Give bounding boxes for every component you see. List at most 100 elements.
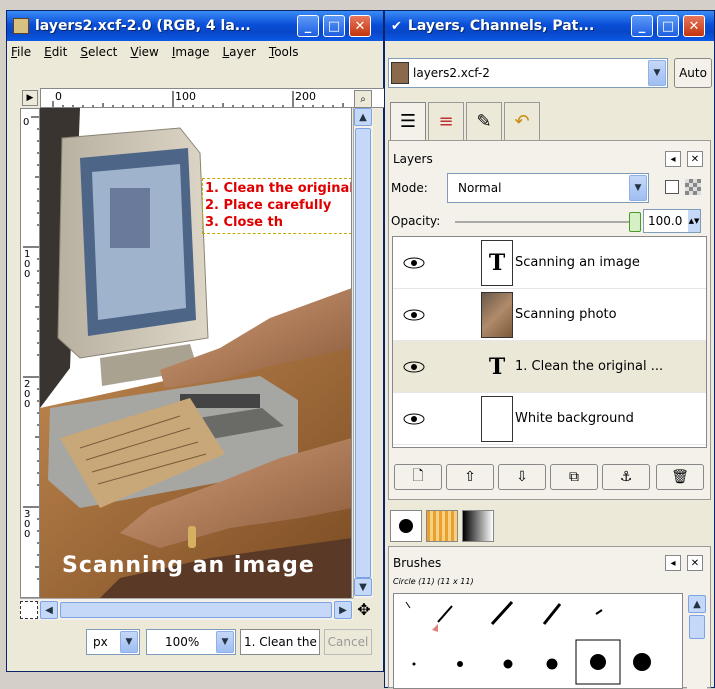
- menu-file[interactable]: File: [11, 45, 31, 59]
- menu-select[interactable]: Select: [80, 45, 117, 59]
- eye-icon[interactable]: [403, 256, 425, 270]
- eye-icon[interactable]: [403, 308, 425, 322]
- cancel-button[interactable]: Cancel: [324, 629, 372, 655]
- auto-button[interactable]: Auto: [674, 58, 712, 88]
- scroll-right-button[interactable]: ▶: [334, 601, 352, 619]
- pattern-tab-icon[interactable]: [426, 510, 458, 542]
- scroll-up-button[interactable]: ▲: [688, 595, 706, 613]
- scroll-up-button[interactable]: ▲: [354, 108, 372, 126]
- opacity-value: 100.0: [648, 214, 683, 228]
- dock-window-titlebar[interactable]: ✔ Layers, Channels, Pat... _ □ ✕: [385, 11, 714, 41]
- dock-close-button[interactable]: ✕: [687, 555, 703, 571]
- maximize-button[interactable]: □: [657, 15, 679, 37]
- menu-image[interactable]: Image: [172, 45, 210, 59]
- lower-layer-button[interactable]: ⇩: [498, 464, 546, 490]
- mode-value: Normal: [458, 181, 502, 195]
- opacity-field[interactable]: 100.0 ▲▼: [643, 209, 701, 233]
- vertical-scrollbar[interactable]: ▲ ▼: [353, 108, 373, 598]
- raise-layer-button[interactable]: ⇧: [446, 464, 494, 490]
- close-button[interactable]: ✕: [683, 15, 705, 37]
- menu-layer[interactable]: Layer: [222, 45, 255, 59]
- mode-select[interactable]: Normal ▼: [447, 173, 649, 203]
- status-message: 1. Clean the: [240, 629, 320, 655]
- zoom-navigate-button[interactable]: ⌕: [354, 90, 372, 108]
- layer-row[interactable]: T Scanning an image: [393, 237, 706, 289]
- image-window-titlebar[interactable]: layers2.xcf-2.0 (RGB, 4 la... _ □ ✕: [7, 11, 383, 41]
- mode-label: Mode:: [391, 181, 428, 195]
- eye-icon[interactable]: [403, 360, 425, 374]
- navigate-icon[interactable]: ✥: [355, 600, 373, 619]
- opacity-slider-handle[interactable]: [629, 212, 641, 232]
- scroll-left-button[interactable]: ◀: [40, 601, 58, 619]
- canvas-text-line-3: 3. Close th: [205, 215, 283, 230]
- channels-tab-icon[interactable]: ≡: [428, 102, 464, 140]
- text-layer-thumb-icon: T: [488, 353, 506, 380]
- vruler-label-300: 300: [24, 509, 31, 540]
- horizontal-scroll-thumb[interactable]: [60, 602, 332, 618]
- brushes-header: Brushes: [393, 553, 706, 573]
- opacity-slider[interactable]: [455, 212, 641, 232]
- vertical-scroll-thumb[interactable]: [355, 128, 371, 578]
- new-layer-button[interactable]: 🗋: [394, 464, 442, 490]
- cancel-label: Cancel: [327, 635, 369, 649]
- minimize-button[interactable]: _: [631, 15, 653, 37]
- vruler-label-200: 200: [24, 379, 31, 410]
- layer-name: Scanning an image: [515, 255, 640, 270]
- dock-menu-button[interactable]: ◂: [665, 555, 681, 571]
- quick-mask-icon[interactable]: [20, 601, 38, 619]
- chevron-down-icon: ▼: [648, 60, 666, 86]
- anchor-layer-button[interactable]: ⚓: [602, 464, 650, 490]
- layer-row[interactable]: Scanning photo: [393, 289, 706, 341]
- zoom-select[interactable]: 100% ▼: [146, 629, 236, 655]
- image-select-value: layers2.xcf-2: [413, 66, 490, 80]
- brushes-title: Brushes: [393, 556, 442, 570]
- layer-row-selected[interactable]: T 1. Clean the original ...: [393, 341, 706, 393]
- hruler-label-200: 200: [295, 90, 316, 103]
- unit-select[interactable]: px ▼: [86, 629, 140, 655]
- brushes-grid[interactable]: [393, 593, 683, 689]
- horizontal-scrollbar[interactable]: ◀ ▶: [20, 598, 353, 620]
- dock-tabs: ☰ ≡ ✎ ↶: [390, 102, 542, 140]
- keep-transparency-checkbox[interactable]: [665, 180, 679, 194]
- paths-tab-icon[interactable]: ✎: [466, 102, 502, 140]
- opacity-label: Opacity:: [391, 214, 441, 228]
- brushes-scrollbar[interactable]: ▲: [687, 593, 707, 689]
- close-button[interactable]: ✕: [349, 15, 371, 37]
- image-thumb-icon: [391, 62, 409, 84]
- eye-icon[interactable]: [403, 412, 425, 426]
- maximize-button[interactable]: □: [323, 15, 345, 37]
- layers-tab-icon[interactable]: ☰: [390, 102, 426, 140]
- brush-tab-icon[interactable]: [390, 510, 422, 542]
- layer-name: White background: [515, 411, 634, 426]
- duplicate-layer-button[interactable]: ⧉: [550, 464, 598, 490]
- opacity-spin-icon[interactable]: ▲▼: [688, 210, 700, 232]
- undo-tab-icon[interactable]: ↶: [504, 102, 540, 140]
- auto-label: Auto: [679, 66, 707, 80]
- dock-menu-button[interactable]: ◂: [665, 151, 681, 167]
- gimp-app-icon: [13, 18, 29, 34]
- chevron-down-icon: ▼: [629, 175, 647, 201]
- image-menubar: File Edit Select View Image Layer Tools: [7, 41, 383, 63]
- delete-layer-button[interactable]: 🗑: [656, 464, 704, 490]
- layers-list: T Scanning an image Scanning photo T 1. …: [392, 236, 707, 448]
- dock-close-button[interactable]: ✕: [687, 151, 703, 167]
- menu-edit[interactable]: Edit: [44, 45, 67, 59]
- menu-view[interactable]: View: [130, 45, 158, 59]
- brushes-scroll-thumb[interactable]: [689, 615, 705, 639]
- layer-name: Scanning photo: [515, 307, 617, 322]
- brush-app-icon: ✔: [391, 18, 402, 34]
- brush-subtitle: Circle (11) (11 x 11): [393, 577, 474, 586]
- gradient-tab-icon[interactable]: [462, 510, 494, 542]
- image-canvas[interactable]: 1. Clean the original 2. Place carefully…: [40, 108, 352, 598]
- layers-title: Layers: [393, 152, 433, 166]
- unit-value: px: [93, 635, 108, 649]
- vertical-ruler[interactable]: 0 100 200 300: [20, 108, 40, 598]
- layer-row[interactable]: White background: [393, 393, 706, 445]
- menu-tools[interactable]: Tools: [269, 45, 299, 59]
- canvas-caption: Scanning an image: [62, 553, 315, 578]
- image-menu-button[interactable]: ▶: [22, 90, 38, 106]
- text-layer-box[interactable]: 1. Clean the original 2. Place carefully…: [202, 178, 351, 234]
- image-select[interactable]: layers2.xcf-2 ▼: [388, 58, 668, 88]
- minimize-button[interactable]: _: [297, 15, 319, 37]
- scroll-down-button[interactable]: ▼: [354, 578, 372, 596]
